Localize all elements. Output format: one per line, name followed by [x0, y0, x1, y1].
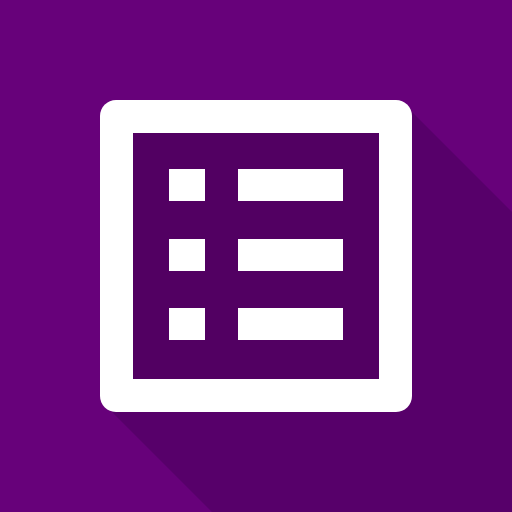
bullet-square-1	[169, 169, 205, 201]
bullet-square-3	[169, 308, 205, 340]
list-line-1	[238, 169, 343, 201]
app-icon	[0, 0, 512, 512]
list-line-3	[238, 308, 343, 340]
bullet-square-2	[169, 239, 205, 271]
list-line-2	[238, 239, 343, 271]
list-form-icon	[0, 0, 512, 512]
